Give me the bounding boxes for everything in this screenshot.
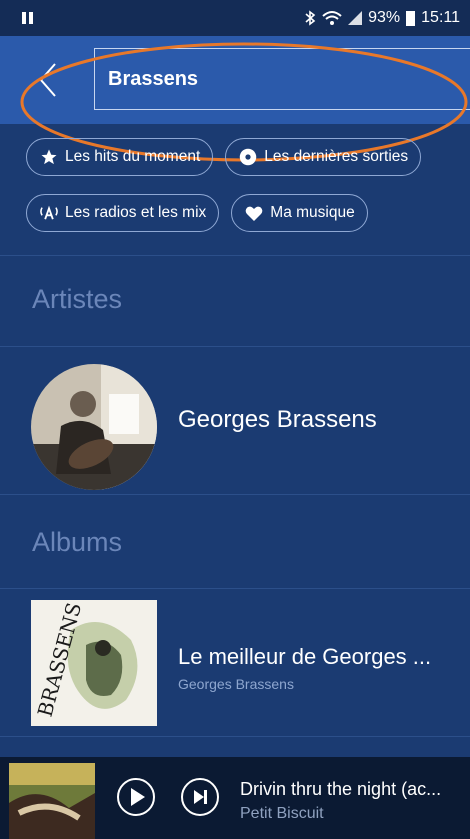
divider (0, 346, 470, 347)
wifi-icon (322, 10, 342, 26)
track-title: Drivin thru the night (ac... (240, 779, 442, 799)
bluetooth-icon (304, 10, 316, 26)
artist-result-row[interactable]: Georges Brassens (0, 348, 470, 494)
mini-player[interactable]: Drivin thru the night (ac... Petit Biscu… (0, 757, 470, 839)
battery-icon (406, 10, 416, 26)
play-icon (117, 778, 155, 816)
disc-icon (238, 147, 258, 167)
category-chips: Les hits du moment Les dernières sorties… (26, 138, 466, 250)
artist-avatar (31, 364, 157, 490)
section-title-albums: Albums (32, 527, 123, 557)
battery-percent: 93% (368, 9, 401, 26)
play-button[interactable] (116, 777, 156, 817)
clock: 15:11 (421, 9, 460, 26)
signal-icon (348, 11, 363, 25)
album-cover: BRASSENS (31, 600, 157, 726)
skip-next-icon (181, 778, 219, 816)
track-artwork (9, 763, 95, 839)
chip-new-releases[interactable]: Les dernières sorties (225, 138, 422, 176)
artist-name: Georges Brassens (178, 406, 377, 433)
chip-hits[interactable]: Les hits du moment (26, 138, 214, 176)
search-header: Brassens (0, 36, 470, 162)
section-title-artists: Artistes (32, 284, 123, 314)
next-button[interactable] (180, 777, 220, 817)
chip-label: Ma musique (270, 204, 355, 221)
search-value: Brassens (108, 67, 199, 90)
chip-label: Les dernières sorties (264, 148, 409, 165)
track-artist: Petit Biscuit (240, 805, 324, 822)
heart-icon (244, 203, 264, 223)
album-result-row[interactable]: BRASSENS Le meilleur de Georges ... Geor… (0, 590, 470, 736)
star-icon (39, 147, 59, 167)
chevron-left-icon (39, 63, 56, 97)
album-title: Le meilleur de Georges ... (178, 644, 432, 669)
chip-my-music[interactable]: Ma musique (231, 194, 368, 232)
chip-label: Les radios et les mix (65, 204, 207, 221)
pause-notification-icon (22, 12, 33, 24)
divider (0, 736, 470, 737)
search-input[interactable]: Brassens (94, 48, 470, 110)
divider (0, 255, 470, 256)
back-button[interactable] (24, 54, 72, 106)
divider (0, 588, 470, 589)
chip-label: Les hits du moment (65, 148, 201, 165)
radio-icon (39, 203, 59, 223)
album-artist: Georges Brassens (178, 676, 294, 692)
chip-radios[interactable]: Les radios et les mix (26, 194, 220, 232)
divider (0, 494, 470, 495)
status-bar: 93% 15:11 (0, 0, 470, 36)
